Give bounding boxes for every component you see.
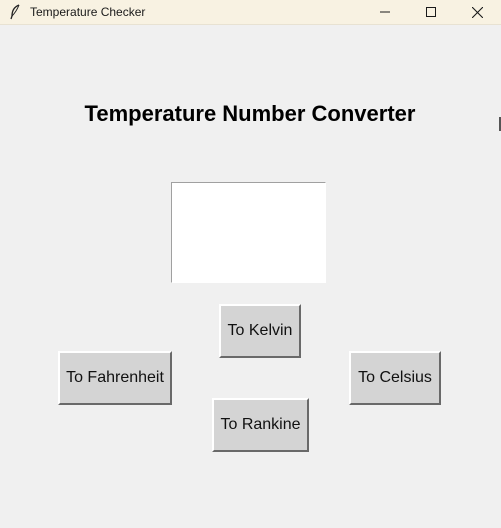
maximize-icon	[426, 7, 436, 17]
minimize-button[interactable]	[362, 0, 408, 24]
window-title: Temperature Checker	[30, 5, 146, 19]
close-button[interactable]	[454, 0, 500, 24]
minimize-icon	[380, 11, 390, 13]
maximize-button[interactable]	[408, 0, 454, 24]
close-icon	[471, 6, 483, 18]
temperature-input[interactable]	[171, 182, 326, 283]
to-celsius-button[interactable]: To Celsius	[349, 351, 441, 405]
page-title: Temperature Number Converter	[84, 101, 416, 126]
to-kelvin-button[interactable]: To Kelvin	[219, 304, 301, 358]
title-bar[interactable]: Temperature Checker	[0, 0, 501, 25]
to-rankine-button[interactable]: To Rankine	[212, 398, 309, 452]
to-fahrenheit-button[interactable]: To Fahrenheit	[58, 351, 172, 405]
feather-icon	[9, 4, 21, 20]
